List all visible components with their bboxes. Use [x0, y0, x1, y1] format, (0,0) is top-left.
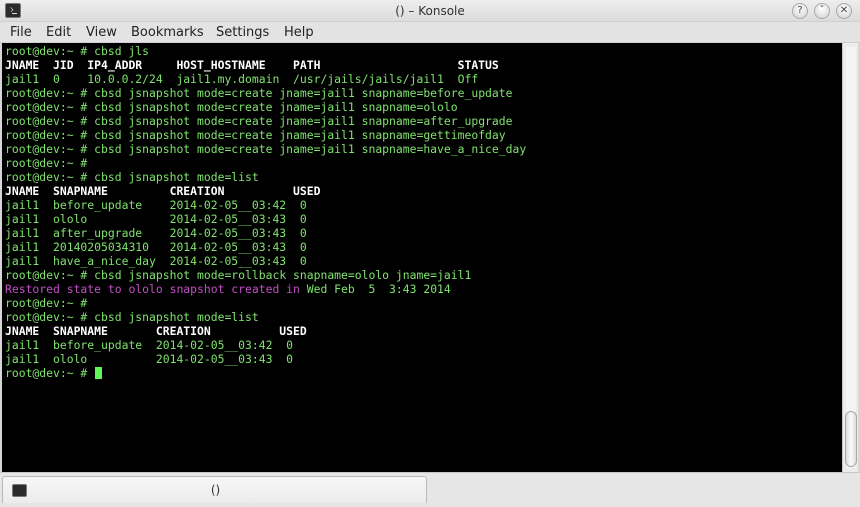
- table-header-text: JNAME SNAPNAME CREATION USED: [5, 324, 307, 338]
- close-button[interactable]: ✕: [836, 3, 852, 19]
- command-text: cbsd jsnapshot mode=create jname=jail1 s…: [94, 86, 513, 100]
- terminal-command-line: root@dev:~ # cbsd jls: [5, 44, 842, 58]
- terminal-command-line: root@dev:~ #: [5, 296, 842, 310]
- shell-prompt: root@dev:~ #: [5, 170, 95, 184]
- status-text: Restored state to ololo snapshot created…: [5, 282, 307, 296]
- title-bar[interactable]: () – Konsole ? ˇ ✕: [0, 0, 860, 22]
- minimize-button[interactable]: ˇ: [814, 3, 830, 19]
- table-row-text: jail1 ololo 2014-02-05__03:43 0: [5, 212, 307, 226]
- table-row: jail1 20140205034310 2014-02-05__03:43 0: [5, 240, 842, 254]
- table-header-text: JNAME SNAPNAME CREATION USED: [5, 184, 321, 198]
- shell-prompt: root@dev:~ #: [5, 86, 95, 100]
- menu-edit[interactable]: Edit: [46, 25, 71, 40]
- menu-help[interactable]: Help: [284, 25, 314, 40]
- window-title: () – Konsole: [395, 4, 465, 18]
- command-text: cbsd jsnapshot mode=create jname=jail1 s…: [94, 128, 506, 142]
- menu-view[interactable]: View: [86, 25, 117, 40]
- table-row: jail1 have_a_nice_day 2014-02-05__03:43 …: [5, 254, 842, 268]
- table-row: jail1 before_update 2014-02-05__03:42 0: [5, 338, 842, 352]
- terminal-command-line: root@dev:~ # cbsd jsnapshot mode=rollbac…: [5, 268, 842, 282]
- terminal-output[interactable]: root@dev:~ # cbsd jls JNAME JID IP4_ADDR …: [2, 43, 842, 472]
- terminal-command-line: root@dev:~ #: [5, 156, 842, 170]
- tab-bar: (): [0, 472, 860, 507]
- command-text: cbsd jsnapshot mode=create jname=jail1 s…: [94, 100, 458, 114]
- table-row: jail1 before_update 2014-02-05__03:42 0: [5, 198, 842, 212]
- table-header: JNAME SNAPNAME CREATION USED: [5, 324, 842, 338]
- terminal-command-line: root@dev:~ # cbsd jsnapshot mode=create …: [5, 128, 842, 142]
- shell-prompt: root@dev:~ #: [5, 44, 95, 58]
- table-row-text: jail1 before_update 2014-02-05__03:42 0: [5, 198, 307, 212]
- table-row-text: jail1 after_upgrade 2014-02-05__03:43 0: [5, 226, 307, 240]
- table-row: jail1 after_upgrade 2014-02-05__03:43 0: [5, 226, 842, 240]
- table-header: JNAME JID IP4_ADDR HOST_HOSTNAME PATH ST…: [5, 58, 842, 72]
- terminal-command-line: root@dev:~ # cbsd jsnapshot mode=create …: [5, 86, 842, 100]
- command-text: cbsd jls: [94, 44, 150, 58]
- table-header-text: JNAME JID IP4_ADDR HOST_HOSTNAME PATH ST…: [5, 58, 499, 72]
- table-row-text: jail1 20140205034310 2014-02-05__03:43 0: [5, 240, 307, 254]
- table-row: jail1 ololo 2014-02-05__03:43 0: [5, 212, 842, 226]
- shell-prompt: root@dev:~ #: [5, 268, 95, 282]
- status-date: Wed Feb 5 3:43 2014: [306, 282, 451, 296]
- menu-bar: File Edit View Bookmarks Settings Help: [0, 22, 860, 43]
- shell-prompt: root@dev:~ #: [5, 142, 95, 156]
- terminal-command-line: root@dev:~ # cbsd jsnapshot mode=create …: [5, 100, 842, 114]
- terminal-command-line: root@dev:~ # cbsd jsnapshot mode=list: [5, 310, 842, 324]
- shell-prompt: root@dev:~ #: [5, 366, 95, 380]
- scrollbar-thumb[interactable]: [845, 411, 857, 467]
- table-row-text: jail1 0 10.0.0.2/24 jail1.my.domain /usr…: [5, 72, 479, 86]
- session-tab[interactable]: (): [2, 476, 427, 503]
- shell-prompt: root@dev:~ #: [5, 114, 95, 128]
- tab-label: (): [210, 483, 221, 497]
- rollback-status-message: Restored state to ololo snapshot created…: [5, 282, 842, 296]
- shell-prompt: root@dev:~ #: [5, 128, 95, 142]
- table-row-text: jail1 before_update 2014-02-05__03:42 0: [5, 338, 294, 352]
- menu-settings[interactable]: Settings: [216, 25, 269, 40]
- menu-file[interactable]: File: [10, 25, 32, 40]
- text-cursor: [95, 367, 103, 379]
- help-button[interactable]: ?: [792, 3, 808, 19]
- table-row-text: jail1 have_a_nice_day 2014-02-05__03:43 …: [5, 254, 307, 268]
- menu-bookmarks[interactable]: Bookmarks: [131, 25, 204, 40]
- terminal-command-line: root@dev:~ # cbsd jsnapshot mode=list: [5, 170, 842, 184]
- command-text: cbsd jsnapshot mode=rollback snapname=ol…: [94, 268, 472, 282]
- terminal-current-line: root@dev:~ #: [5, 366, 842, 380]
- vertical-scrollbar[interactable]: [842, 43, 858, 472]
- shell-prompt: root@dev:~ #: [5, 156, 95, 170]
- table-header: JNAME SNAPNAME CREATION USED: [5, 184, 842, 198]
- shell-prompt: root@dev:~ #: [5, 100, 95, 114]
- command-text: cbsd jsnapshot mode=list: [94, 170, 259, 184]
- shell-prompt: root@dev:~ #: [5, 296, 95, 310]
- shell-prompt: root@dev:~ #: [5, 310, 95, 324]
- command-text: cbsd jsnapshot mode=list: [94, 310, 259, 324]
- table-row: jail1 ololo 2014-02-05__03:43 0: [5, 352, 842, 366]
- terminal-command-line: root@dev:~ # cbsd jsnapshot mode=create …: [5, 114, 842, 128]
- table-row-text: jail1 ololo 2014-02-05__03:43 0: [5, 352, 294, 366]
- scrollbar-track[interactable]: [846, 47, 856, 468]
- terminal-command-line: root@dev:~ # cbsd jsnapshot mode=create …: [5, 142, 842, 156]
- command-text: cbsd jsnapshot mode=create jname=jail1 s…: [94, 142, 527, 156]
- command-text: cbsd jsnapshot mode=create jname=jail1 s…: [94, 114, 513, 128]
- table-row: jail1 0 10.0.0.2/24 jail1.my.domain /usr…: [5, 72, 842, 86]
